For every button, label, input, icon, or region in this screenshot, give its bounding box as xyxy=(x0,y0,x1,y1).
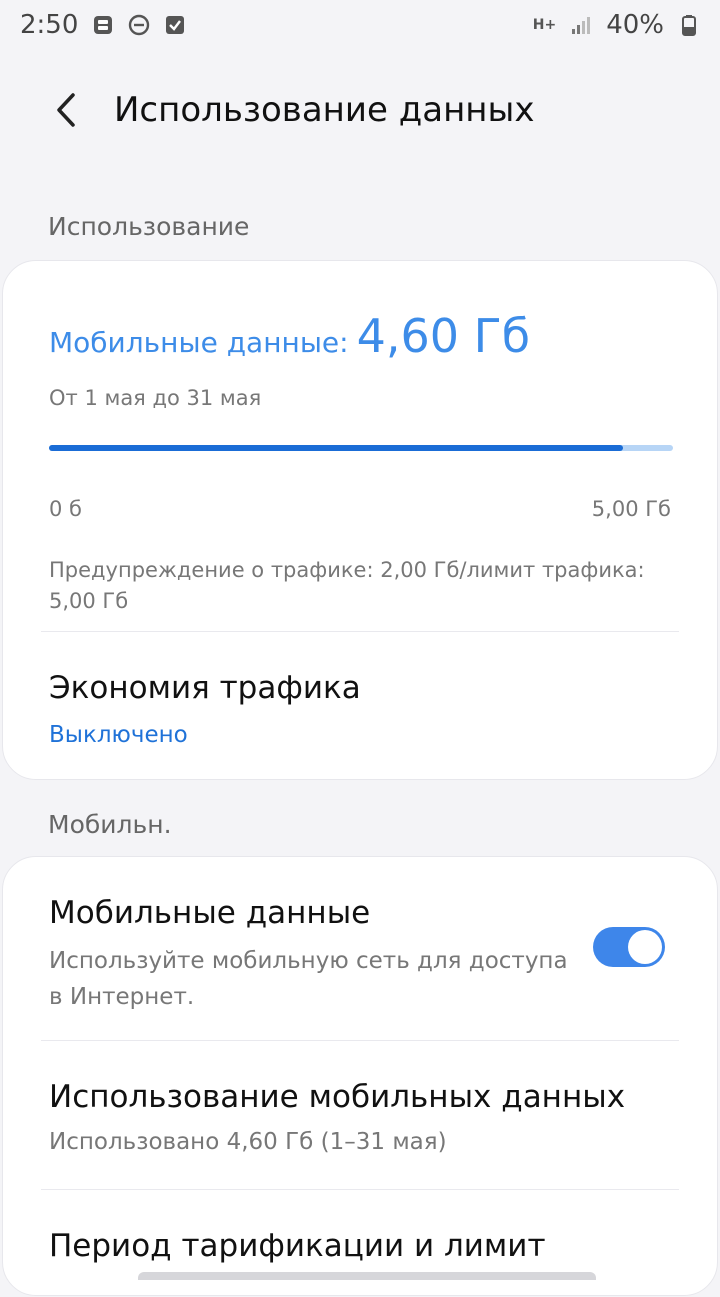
mobile-data-title: Мобильные данные xyxy=(49,895,371,931)
scroll-handle[interactable] xyxy=(138,1272,596,1280)
billing-period-item[interactable]: Период тарификации и лимит xyxy=(3,1190,717,1297)
usage-card: Мобильные данные: 4,60 Гб От 1 мая до 31… xyxy=(2,260,718,780)
usage-period: От 1 мая до 31 мая xyxy=(49,386,262,410)
mobile-usage-subtitle: Использовано 4,60 Гб (1–31 мая) xyxy=(49,1129,447,1155)
app-header: Использование данных xyxy=(0,70,720,150)
section-header-usage: Использование xyxy=(48,212,250,241)
do-not-disturb-icon xyxy=(128,14,150,36)
billing-period-title: Период тарификации и лимит xyxy=(49,1228,546,1264)
status-time: 2:50 xyxy=(20,10,79,40)
battery-icon xyxy=(678,14,700,36)
back-button[interactable] xyxy=(36,80,96,140)
sim-card-icon xyxy=(92,14,114,36)
status-left: 2:50 xyxy=(20,10,186,40)
scale-max-label: 5,00 Гб xyxy=(591,497,671,521)
section-header-mobile: Мобильн. xyxy=(48,810,172,839)
network-type-icon: H+ xyxy=(532,17,557,33)
status-right: H+ 40% xyxy=(533,10,700,40)
mobile-data-item[interactable]: Мобильные данные Используйте мобильную с… xyxy=(3,857,717,1040)
usage-progress-bar xyxy=(49,445,673,451)
usage-summary[interactable]: Мобильные данные: 4,60 Гб xyxy=(49,309,530,363)
mobile-data-toggle[interactable] xyxy=(593,927,665,967)
mobile-card: Мобильные данные Используйте мобильную с… xyxy=(2,856,718,1296)
usage-value: 4,60 Гб xyxy=(356,309,531,363)
traffic-warning-text: Предупреждение о трафике: 2,00 Гб/лимит … xyxy=(49,558,645,613)
toggle-knob xyxy=(628,930,662,964)
battery-percent: 40% xyxy=(606,10,664,40)
chevron-left-icon xyxy=(57,93,75,127)
usage-progress-fill xyxy=(49,445,624,451)
page-title: Использование данных xyxy=(114,90,535,130)
signal-icon xyxy=(570,14,592,36)
mobile-usage-item[interactable]: Использование мобильных данных Использов… xyxy=(3,1041,717,1189)
data-saver-status: Выключено xyxy=(49,722,188,748)
status-bar: 2:50 H+ 40% xyxy=(0,0,720,50)
checkbox-icon xyxy=(164,14,186,36)
mobile-data-subtitle: Используйте мобильную сеть для доступа в… xyxy=(49,948,568,1010)
scale-min-label: 0 б xyxy=(49,497,82,521)
mobile-usage-title: Использование мобильных данных xyxy=(49,1079,626,1115)
usage-label: Мобильные данные: xyxy=(49,326,349,359)
data-saver-title: Экономия трафика xyxy=(49,670,361,706)
data-saver-item[interactable]: Экономия трафика Выключено xyxy=(3,632,717,780)
